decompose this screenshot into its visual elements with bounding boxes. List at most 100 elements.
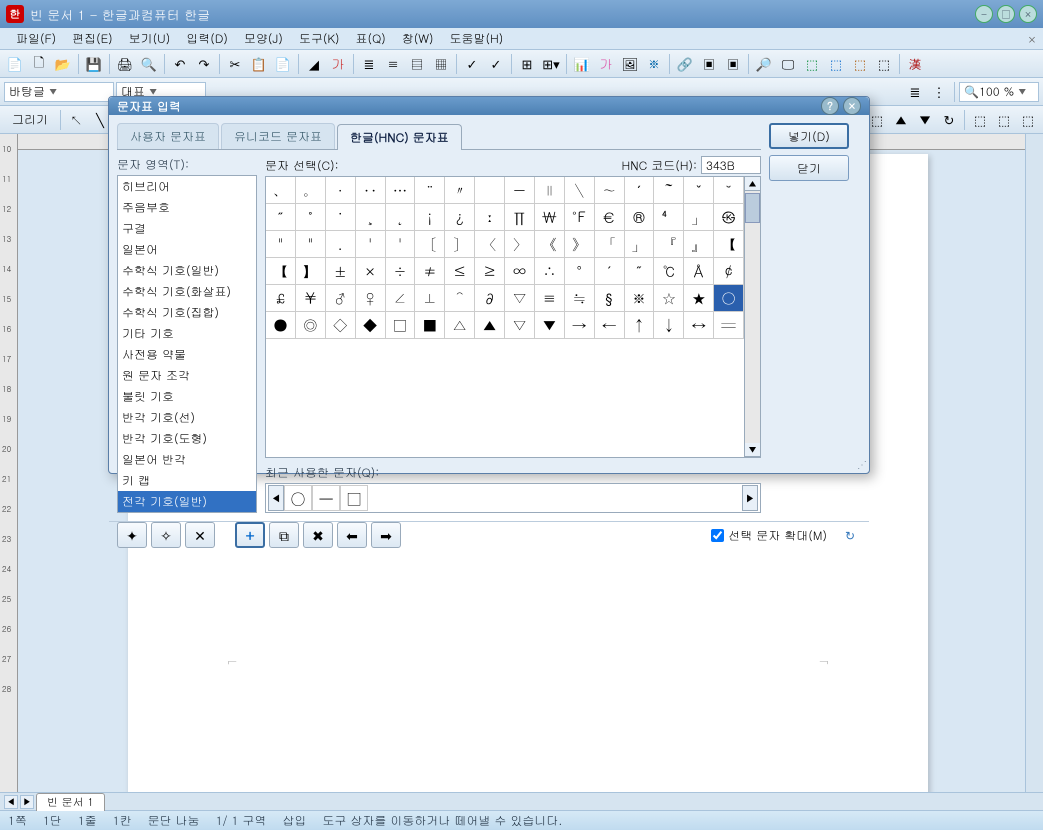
char-cell[interactable]: ∞ — [505, 258, 535, 285]
mdi-close-icon[interactable]: × — [1027, 31, 1037, 48]
menu-table[interactable]: 표(Q) — [347, 27, 393, 50]
char-cell[interactable]: ′ — [595, 258, 625, 285]
dialog-help-button[interactable]: ? — [821, 97, 839, 115]
section-button[interactable]: ▤ — [406, 53, 428, 75]
tab-unicode-charmap[interactable]: 유니코드 문자표 — [221, 123, 335, 149]
select-tool[interactable]: ↖ — [65, 109, 87, 131]
char-cell[interactable]: " — [266, 231, 296, 258]
char-cell[interactable]: 〓 — [714, 312, 744, 339]
char-shape-button[interactable]: 가 — [327, 53, 349, 75]
char-cell[interactable]: ± — [326, 258, 356, 285]
rotate-button[interactable]: ↻ — [938, 109, 960, 131]
char-cell[interactable]: ­ — [475, 177, 505, 204]
char-cell[interactable]: ● — [266, 312, 296, 339]
category-item[interactable]: 수학식 기호(화살표) — [118, 281, 256, 302]
char-cell[interactable]: ∇ — [505, 285, 535, 312]
char-cell[interactable]: ∥ — [535, 177, 565, 204]
recent-char[interactable]: 一 — [312, 485, 340, 511]
char-cell[interactable]: ▼ — [535, 312, 565, 339]
front-button[interactable]: ▲ — [890, 109, 912, 131]
object2-button[interactable]: ▣ — [722, 53, 744, 75]
char-cell[interactable]: ― — [505, 177, 535, 204]
memo-button[interactable]: ⬚ — [849, 53, 871, 75]
char-cell[interactable]: 〔 — [415, 231, 445, 258]
category-item[interactable]: 일본어 반각 — [118, 449, 256, 470]
char-cell[interactable]: ￠ — [714, 258, 744, 285]
recent-char[interactable]: □ — [340, 485, 368, 511]
menu-view[interactable]: 보기(U) — [121, 27, 179, 50]
prev-char-button[interactable]: ⬅ — [337, 522, 367, 548]
char-cell[interactable]: ◎ — [296, 312, 326, 339]
open-button[interactable]: 📂 — [52, 53, 74, 75]
menu-help[interactable]: 도움말(H) — [442, 27, 512, 50]
cut-button[interactable]: ✂ — [224, 53, 246, 75]
redo-button[interactable]: ↷ — [193, 53, 215, 75]
char-cell[interactable]: ¨ — [415, 177, 445, 204]
char-cell[interactable]: □ — [386, 312, 416, 339]
document-tab[interactable]: 빈 문서 1 — [36, 793, 105, 811]
category-item[interactable]: 히브리어 — [118, 176, 256, 197]
category-item[interactable]: 수학식 기호(집합) — [118, 302, 256, 323]
char-cell[interactable]: 《 — [535, 231, 565, 258]
tab-prev-button[interactable]: ◀ — [4, 795, 18, 809]
char-cell[interactable]: ˝ — [266, 204, 296, 231]
back-button[interactable]: ▼ — [914, 109, 936, 131]
char-cell[interactable]: △ — [445, 312, 475, 339]
char-cell[interactable]: ≥ — [475, 258, 505, 285]
tab-next-button[interactable]: ▶ — [20, 795, 34, 809]
char-cell[interactable]: ¸ — [356, 204, 386, 231]
menu-window[interactable]: 창(W) — [394, 27, 442, 50]
character-grid[interactable]: 、。·‥…¨〃­―∥＼∼´～ˇ˘˝˚˙¸˛¡¿ː∏￦℉€®⁴」㉿"".''〔〕〈… — [265, 176, 745, 458]
char-cell[interactable]: ˘ — [714, 177, 744, 204]
close-button[interactable]: × — [1019, 5, 1037, 23]
category-item[interactable]: 구결 — [118, 218, 256, 239]
chart-button[interactable]: 📊 — [571, 53, 593, 75]
char-cell[interactable]: ■ — [415, 312, 445, 339]
enlarge-check-input[interactable] — [711, 529, 724, 542]
menu-edit[interactable]: 편집(E) — [64, 27, 121, 50]
image-button[interactable]: 🖼 — [619, 53, 641, 75]
char-cell[interactable]: ￥ — [296, 285, 326, 312]
grid-scrollbar[interactable]: ▲ ▼ — [745, 176, 761, 458]
char-cell[interactable]: ˇ — [684, 177, 714, 204]
char-cell[interactable]: 「 — [595, 231, 625, 258]
table-dd-button[interactable]: ⊞▾ — [540, 53, 562, 75]
char-cell[interactable]: ´ — [625, 177, 655, 204]
char-cell[interactable]: ～ — [654, 177, 684, 204]
char-cell[interactable]: ' — [356, 231, 386, 258]
char-cell[interactable]: 。 — [296, 177, 326, 204]
char-cell[interactable]: ° — [565, 258, 595, 285]
char-cell[interactable]: 、 — [266, 177, 296, 204]
tab-hnc-charmap[interactable]: 한글(HNC) 문자표 — [337, 124, 462, 150]
zoom-combo[interactable]: 🔍 100 %▼ — [959, 82, 1039, 102]
char-cell[interactable]: ★ — [684, 285, 714, 312]
char-cell[interactable]: ː — [475, 204, 505, 231]
char-cell[interactable]: ￡ — [266, 285, 296, 312]
char-cell[interactable]: ∏ — [505, 204, 535, 231]
category-item[interactable]: 반각 기호(도형) — [118, 428, 256, 449]
char-cell[interactable]: · — [326, 177, 356, 204]
char-cell[interactable]: ≠ — [415, 258, 445, 285]
bullets-button[interactable]: ⋮ — [928, 81, 950, 103]
goto-button[interactable]: ⬚ — [801, 53, 823, 75]
char-cell[interactable]: ÷ — [386, 258, 416, 285]
close-dialog-button[interactable]: 닫기 — [769, 155, 849, 181]
insert-button[interactable]: 넣기(D) — [769, 123, 849, 149]
copy-char-button[interactable]: ⧉ — [269, 522, 299, 548]
spell-button[interactable]: ✓ — [461, 53, 483, 75]
modify-set-button[interactable]: ✧ — [151, 522, 181, 548]
resize-grip-icon[interactable]: ⋰ — [857, 457, 867, 471]
menu-shape[interactable]: 모양(J) — [236, 27, 291, 50]
char-cell[interactable]: ☆ — [654, 285, 684, 312]
minimize-button[interactable]: – — [975, 5, 993, 23]
char-cell[interactable]: ¿ — [445, 204, 475, 231]
enlarge-checkbox[interactable]: 선택 문자 확대(M) — [711, 527, 827, 544]
copy-button[interactable]: 📋 — [248, 53, 270, 75]
char-cell[interactable]: ⌒ — [445, 285, 475, 312]
remove-char-button[interactable]: ✖ — [303, 522, 333, 548]
special-char-button[interactable]: ※ — [643, 53, 665, 75]
char-cell[interactable]: 』 — [684, 231, 714, 258]
char-cell[interactable]: ˙ — [326, 204, 356, 231]
flip-button[interactable]: ⬚ — [1017, 109, 1039, 131]
char-cell[interactable]: 【 — [266, 258, 296, 285]
